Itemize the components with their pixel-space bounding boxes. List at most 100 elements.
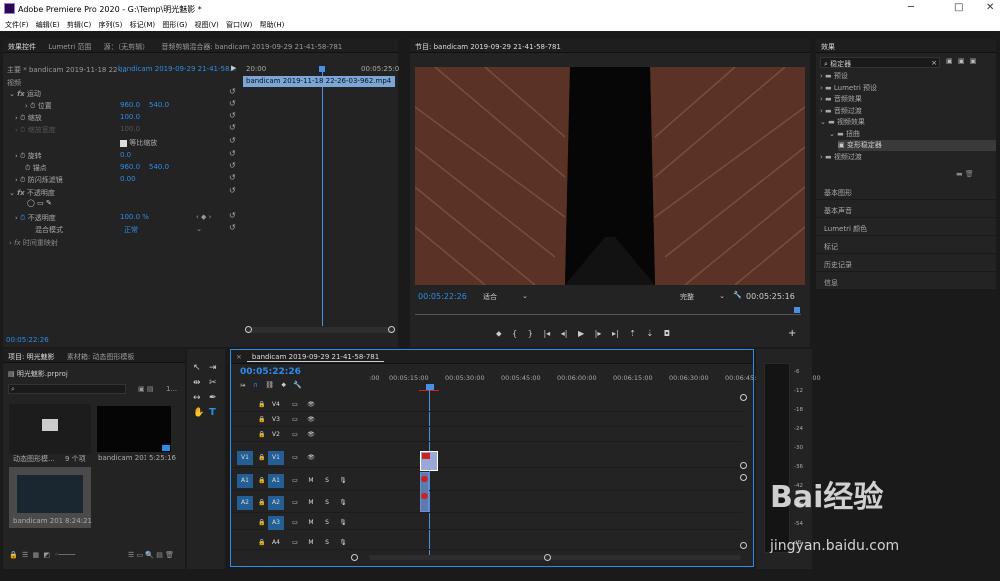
section-lumetri-color[interactable]: Lumetri 颜色 xyxy=(816,219,996,236)
reset-position-icon[interactable]: ↺ xyxy=(229,99,236,108)
track-row[interactable]: 🔒 A4 ▭ M S 🎙 xyxy=(231,536,743,550)
menu-graphics[interactable]: 图形(G) xyxy=(162,20,187,30)
timeline-timecode[interactable]: 00:05:22:26 xyxy=(240,367,301,378)
minimize-button[interactable]: ─ xyxy=(908,2,914,13)
mute-button[interactable]: M xyxy=(303,536,319,550)
slip-tool-icon[interactable]: ↔ xyxy=(193,393,201,404)
sequence-clip-label[interactable]: bandicam 2019-09-29 21-41-58... xyxy=(118,65,236,76)
expand-arrow-icon[interactable]: ⌄ xyxy=(9,90,17,98)
reset-rotation-icon[interactable]: ↺ xyxy=(229,149,236,158)
32bit-filter-icon[interactable]: ▣ xyxy=(958,57,965,65)
track-target[interactable]: V4 xyxy=(268,398,284,412)
sync-lock-icon[interactable]: ▭ xyxy=(287,474,303,488)
reset-motion-icon[interactable]: ↺ xyxy=(229,87,236,96)
solo-button[interactable]: S xyxy=(319,496,335,510)
source-patch-a1[interactable]: A1 xyxy=(237,474,253,488)
mute-button[interactable]: M xyxy=(303,496,319,510)
add-marker-icon[interactable]: ⬥ xyxy=(281,381,286,389)
effects-tree-item[interactable]: ⌄ ▬ 视频效果 xyxy=(820,117,865,128)
clear-search-icon[interactable]: × xyxy=(931,59,937,67)
selection-tool-icon[interactable]: ↖ xyxy=(193,363,201,374)
mute-button[interactable]: M xyxy=(303,474,319,488)
nest-icon[interactable]: ⤖ xyxy=(240,381,246,389)
section-essential-sound[interactable]: 基本声音 xyxy=(816,201,996,218)
keyframe-nav-icon[interactable]: ‹ ◆ › xyxy=(196,213,211,224)
program-timecode[interactable]: 00:05:22:26 xyxy=(418,292,467,303)
tab-audio-clip-mixer[interactable]: 音频剪辑混合器: bandicam 2019-09-29 21-41-58-78… xyxy=(156,39,347,52)
new-bin-icon[interactable]: ▬ 🗑 xyxy=(956,170,974,181)
menu-marker[interactable]: 标记(M) xyxy=(130,20,156,30)
track-row[interactable]: 🔒 V3 ▭ 👁 xyxy=(231,413,743,427)
tab-source[interactable]: 源：（无剪辑） xyxy=(99,39,155,52)
export-frame-icon[interactable]: ◘ xyxy=(664,329,670,338)
reset-uniform-icon[interactable]: ↺ xyxy=(229,136,236,145)
rect-mask-icon[interactable]: ▭ xyxy=(37,199,44,207)
program-playhead-icon[interactable] xyxy=(794,307,800,313)
zoom-slider[interactable]: ◦──── xyxy=(54,551,75,559)
source-patch-a2[interactable]: A2 xyxy=(237,496,253,510)
opacity-stopwatch-icon[interactable]: ⏱ xyxy=(20,214,25,222)
maximize-button[interactable]: □ xyxy=(954,2,963,13)
pen-tool-icon[interactable]: ✒ xyxy=(209,393,217,404)
timeline-scroll-left[interactable] xyxy=(351,554,358,561)
track-target[interactable]: A1 xyxy=(268,474,284,488)
uniform-scale-checkbox[interactable] xyxy=(120,139,127,147)
reset-scale-width-icon[interactable]: ↺ xyxy=(229,123,236,132)
anchor-x-value[interactable]: 960.0 xyxy=(120,163,140,174)
effects-tree-item[interactable]: › ▬ 音频过渡 xyxy=(820,106,862,117)
blend-mode-select[interactable]: 正常 ⌄ xyxy=(124,225,202,236)
timeline-v-scroll-2[interactable] xyxy=(740,462,747,469)
track-target[interactable]: V1 xyxy=(268,451,284,465)
voiceover-icon[interactable]: 🎙 xyxy=(335,536,351,550)
marker-icon[interactable]: ⬥ xyxy=(496,329,502,338)
ec-clip-bar[interactable]: bandicam 2019-11-18 22-26-03-962.mp4 xyxy=(243,76,395,87)
timeline-h-scrollbar[interactable] xyxy=(369,555,741,560)
uniform-scale-row[interactable]: 等比缩放 xyxy=(120,138,157,149)
toggle-output-icon[interactable]: 👁 xyxy=(303,428,319,442)
tab-bin[interactable]: 素材箱: 动态图形模板 xyxy=(62,349,140,362)
solo-button[interactable]: S xyxy=(319,516,335,530)
toggle-output-icon[interactable]: 👁 xyxy=(303,451,319,465)
effects-title[interactable]: 效果 xyxy=(816,39,840,52)
position-y-value[interactable]: 540.0 xyxy=(149,101,169,112)
menu-view[interactable]: 视图(V) xyxy=(194,20,218,30)
section-history[interactable]: 历史记录 xyxy=(816,255,996,272)
mute-button[interactable]: M xyxy=(303,516,319,530)
add-button-icon[interactable]: + xyxy=(788,328,796,339)
track-target[interactable]: A4 xyxy=(268,536,284,550)
voiceover-icon[interactable]: 🎙 xyxy=(335,474,351,488)
project-footer-actions[interactable]: ☰ ▭ 🔍 ▤ 🗑 xyxy=(128,551,174,562)
ellipse-mask-icon[interactable]: ◯ xyxy=(27,199,35,207)
timeline-close-icon[interactable]: × xyxy=(231,350,247,361)
sequence-tab[interactable]: bandicam 2019-09-29 21-41-58-781 xyxy=(246,350,385,362)
menu-file[interactable]: 文件(F) xyxy=(5,20,29,30)
reset-opacity-icon[interactable]: ↺ xyxy=(229,211,236,220)
reset-anchor-icon[interactable]: ↺ xyxy=(229,161,236,170)
track-row[interactable]: V1 🔒 V1 ▭ 👁 xyxy=(231,448,743,468)
hand-tool-icon[interactable]: ✋ xyxy=(193,408,204,419)
opacity-value[interactable]: 100.0 % xyxy=(120,213,149,224)
voiceover-icon[interactable]: 🎙 xyxy=(335,496,351,510)
scale-value[interactable]: 100.0 xyxy=(120,113,140,124)
program-timebar[interactable] xyxy=(415,314,801,315)
play-icon[interactable]: ▶ xyxy=(578,329,584,338)
type-tool-icon[interactable]: T xyxy=(209,407,216,418)
effects-tree-item[interactable]: › ▬ 音频效果 xyxy=(820,94,862,105)
step-forward-icon[interactable]: |▸ xyxy=(595,329,602,338)
yuv-filter-icon[interactable]: ▣ xyxy=(970,57,977,65)
fx-remap-icon[interactable]: fx xyxy=(14,239,21,247)
lock-icon[interactable]: 🔒 xyxy=(9,551,18,559)
toggle-output-icon[interactable]: 👁 xyxy=(303,413,319,427)
ec-timecode[interactable]: 00:05:22:26 xyxy=(6,336,49,347)
source-patch-v1[interactable]: V1 xyxy=(237,451,253,465)
fx-icon[interactable]: fx xyxy=(17,90,25,98)
position-x-value[interactable]: 960.0 xyxy=(120,101,140,112)
project-item-thumb[interactable] xyxy=(9,404,91,454)
timeline-a-scroll[interactable] xyxy=(740,474,747,481)
reset-opacity-effect-icon[interactable]: ↺ xyxy=(229,186,236,195)
track-row[interactable]: 🔒 V2 ▭ 👁 xyxy=(231,428,743,442)
track-row[interactable]: 🔒 A3 ▭ M S 🎙 xyxy=(231,516,743,530)
fx-opacity-icon[interactable]: fx xyxy=(17,189,25,197)
anchor-y-value[interactable]: 540.0 xyxy=(149,163,169,174)
toggle-output-icon[interactable]: 👁 xyxy=(303,398,319,412)
